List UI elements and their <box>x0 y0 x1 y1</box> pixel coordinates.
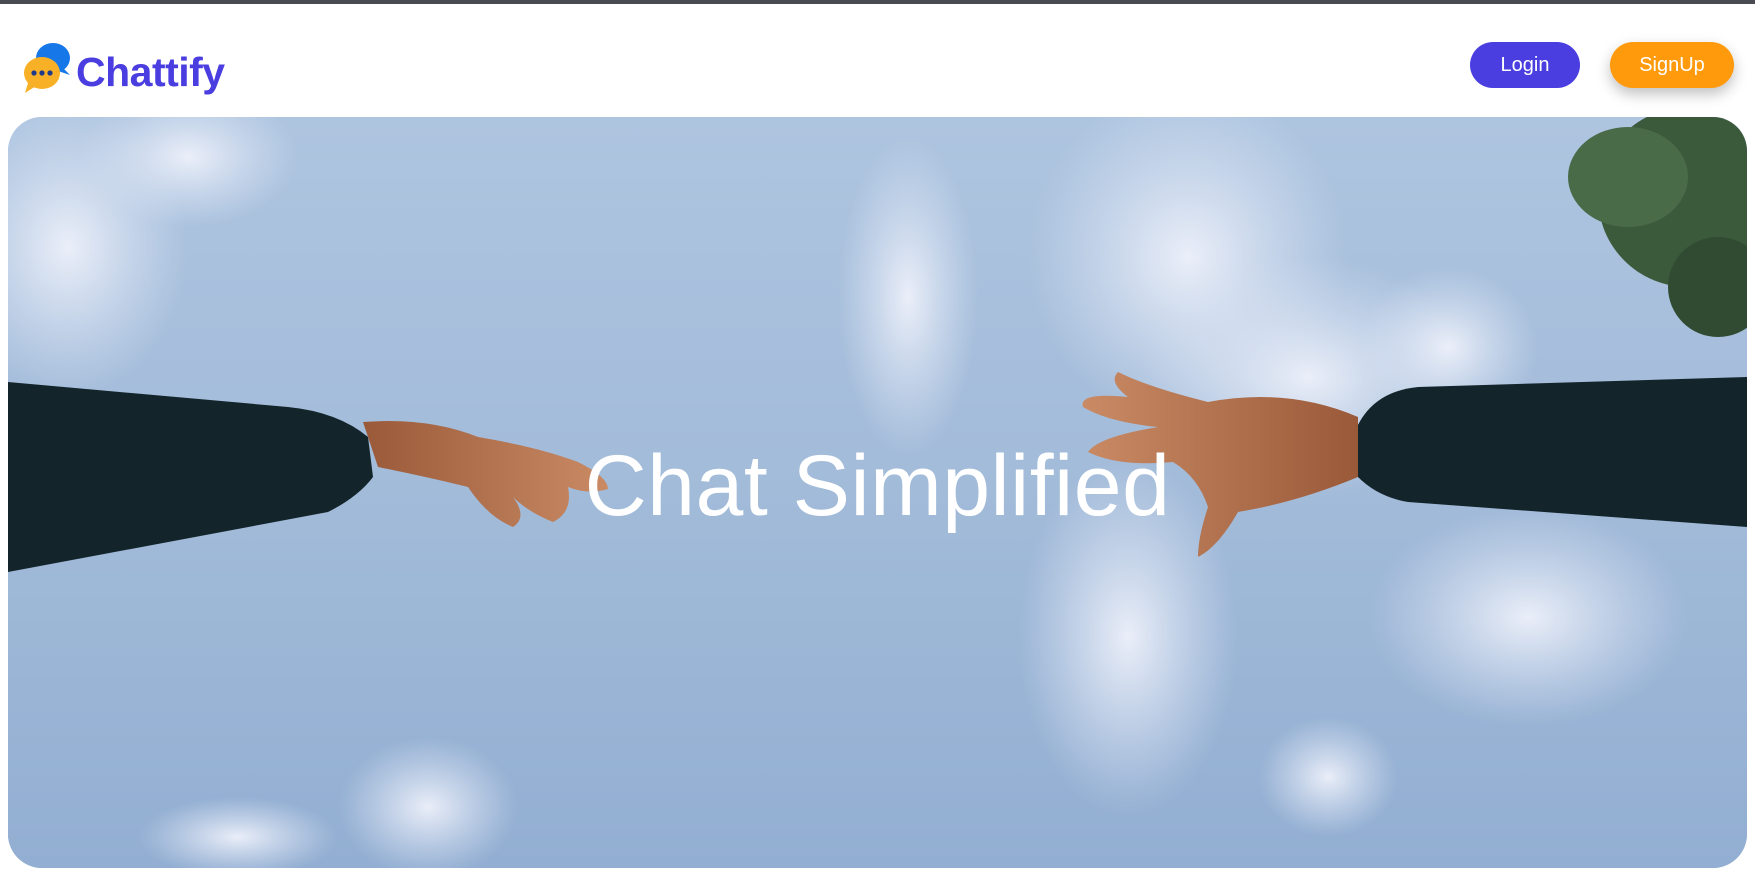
signup-button[interactable]: SignUp <box>1610 42 1734 88</box>
navbar: Chattify Login SignUp <box>0 4 1755 116</box>
login-button[interactable]: Login <box>1470 42 1580 88</box>
hero-title: Chat Simplified <box>584 438 1171 534</box>
hero-banner: Chat Simplified <box>8 117 1747 868</box>
brand-name: Chattify <box>76 48 225 95</box>
chat-bubbles-icon <box>24 43 70 93</box>
brand-logo-link[interactable]: Chattify <box>22 40 225 98</box>
